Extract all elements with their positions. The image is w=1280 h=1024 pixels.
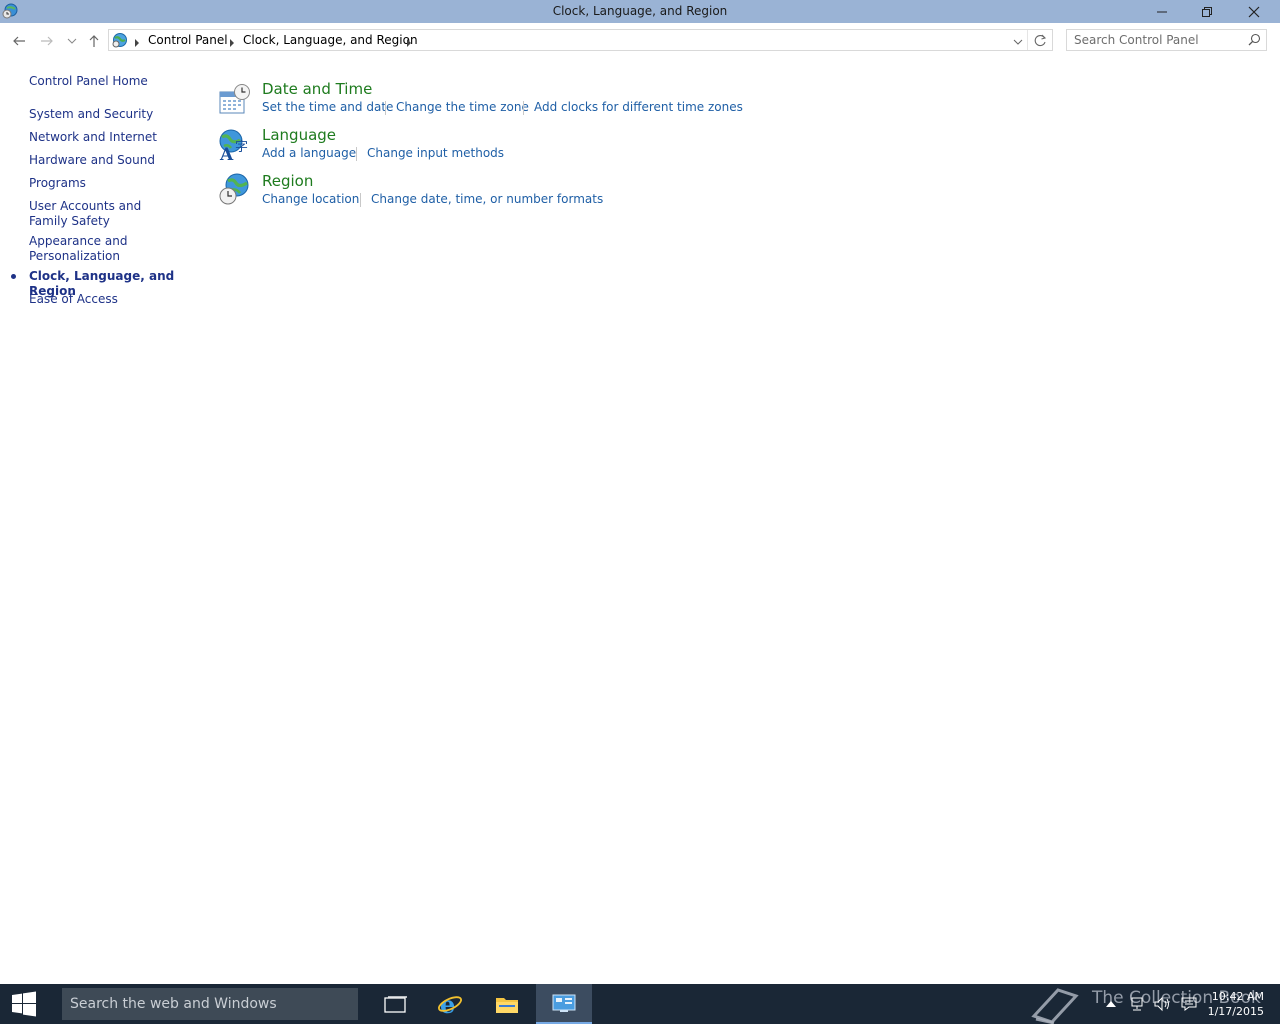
book-logo-icon: [1031, 988, 1079, 1024]
sidebar-item-hardware-and-sound[interactable]: Hardware and Sound: [29, 153, 189, 168]
recent-locations-button[interactable]: [63, 32, 81, 50]
close-button[interactable]: [1231, 0, 1277, 23]
notifications-icon: [1181, 997, 1197, 1011]
date-and-time-title[interactable]: Date and Time: [262, 80, 372, 98]
window-title: Clock, Language, and Region: [552, 4, 728, 18]
network-tray-button[interactable]: [1127, 984, 1149, 1024]
folder-icon: [496, 998, 518, 1013]
clock-time: 10:42 AM: [1211, 990, 1264, 1003]
current-item-bullet: [11, 274, 16, 279]
back-button[interactable]: [10, 32, 28, 50]
svg-text:A: A: [219, 145, 234, 161]
breadcrumb-separator-icon[interactable]: [134, 36, 140, 50]
task-view-button[interactable]: [368, 984, 424, 1024]
change-location-link[interactable]: Change location: [262, 192, 359, 206]
search-box[interactable]: [1066, 29, 1267, 51]
link-divider: [523, 101, 524, 115]
internet-explorer-button[interactable]: e: [422, 984, 478, 1024]
file-explorer-button[interactable]: [479, 984, 535, 1024]
internet-explorer-icon: e: [438, 991, 462, 1017]
breadcrumb-clock-language-region[interactable]: Clock, Language, and Region: [243, 33, 418, 47]
volume-icon: [1154, 996, 1169, 1012]
set-time-and-date-link[interactable]: Set the time and date: [262, 100, 393, 114]
link-divider: [385, 101, 386, 115]
forward-button[interactable]: [38, 32, 56, 50]
refresh-button[interactable]: [1027, 30, 1052, 50]
taskbar-search-box[interactable]: [62, 988, 358, 1020]
control-panel-globe-icon: [112, 32, 128, 51]
breadcrumb-separator-icon[interactable]: [406, 36, 412, 50]
search-input[interactable]: [1067, 30, 1249, 50]
control-panel-icon: [552, 994, 576, 1012]
action-center-button[interactable]: [1178, 984, 1200, 1024]
sidebar-item-system-and-security[interactable]: System and Security: [29, 107, 189, 122]
breadcrumb-separator-icon[interactable]: [229, 36, 235, 50]
svg-text:字: 字: [235, 140, 248, 155]
start-button[interactable]: [0, 984, 48, 1024]
breadcrumb-control-panel[interactable]: Control Panel: [148, 33, 228, 47]
search-icon[interactable]: [1248, 33, 1261, 49]
minimize-button[interactable]: [1139, 0, 1185, 23]
link-divider: [360, 193, 361, 207]
change-formats-link[interactable]: Change date, time, or number formats: [371, 192, 603, 206]
chevron-down-icon: [67, 38, 77, 44]
calendar-clock-icon[interactable]: [218, 83, 251, 116]
language-globe-icon[interactable]: A 字: [218, 128, 251, 165]
show-hidden-icons-button[interactable]: [1102, 984, 1120, 1024]
address-bar[interactable]: Control Panel Clock, Language, and Regio…: [108, 29, 1053, 51]
sidebar-item-user-accounts[interactable]: User Accounts and Family Safety: [29, 199, 179, 229]
task-view-icon: [384, 996, 407, 1013]
clock-date: 1/17/2015: [1207, 1005, 1264, 1018]
windows-logo-icon: [12, 991, 36, 1017]
sidebar-item-ease-of-access[interactable]: Ease of Access: [29, 292, 189, 307]
change-input-methods-link[interactable]: Change input methods: [367, 146, 504, 160]
volume-tray-button[interactable]: [1151, 984, 1173, 1024]
taskbar: e The Collection Book 10:42 AM 1/17/2015: [0, 984, 1280, 1024]
title-bar: Clock, Language, and Region: [0, 0, 1280, 23]
network-icon: [1131, 997, 1143, 1011]
link-divider: [356, 147, 357, 161]
sidebar-item-appearance[interactable]: Appearance and Personalization: [29, 234, 139, 264]
restore-button[interactable]: [1184, 0, 1230, 23]
chevron-up-icon: [1106, 1001, 1116, 1007]
add-clocks-link[interactable]: Add clocks for different time zones: [534, 100, 743, 114]
refresh-icon: [1034, 34, 1046, 46]
region-globe-clock-icon[interactable]: [218, 173, 251, 206]
up-button[interactable]: [85, 32, 103, 50]
sidebar-item-programs[interactable]: Programs: [29, 176, 189, 191]
region-title[interactable]: Region: [262, 172, 313, 190]
change-time-zone-link[interactable]: Change the time zone: [396, 100, 529, 114]
taskbar-search-input[interactable]: [62, 988, 350, 1020]
up-arrow-icon: [89, 35, 99, 47]
close-icon: [1248, 6, 1260, 17]
control-panel-taskbar-button[interactable]: [536, 984, 592, 1024]
add-language-link[interactable]: Add a language: [262, 146, 356, 160]
minimize-icon: [1157, 11, 1167, 12]
sidebar-item-control-panel-home[interactable]: Control Panel Home: [29, 74, 189, 89]
sidebar-item-network-and-internet[interactable]: Network and Internet: [29, 130, 189, 145]
taskbar-clock[interactable]: 10:42 AM 1/17/2015: [1208, 989, 1264, 1019]
forward-arrow-icon: [41, 36, 53, 46]
back-arrow-icon: [13, 36, 25, 46]
language-title[interactable]: Language: [262, 126, 336, 144]
restore-icon: [1202, 6, 1212, 17]
address-dropdown-chevron-icon[interactable]: [1013, 35, 1023, 49]
